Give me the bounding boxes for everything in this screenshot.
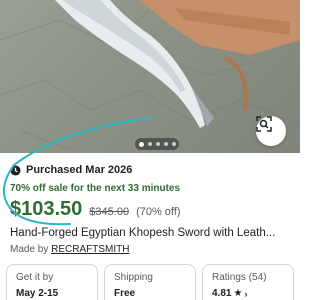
carousel-dot[interactable] bbox=[163, 142, 168, 146]
delivery-card[interactable]: Get it by May 2-15 bbox=[6, 264, 98, 300]
shop-link[interactable]: RECRAFTSMITH bbox=[51, 244, 129, 255]
purchased-text: Purchased Mar 2026 bbox=[26, 164, 133, 176]
delivery-value: May 2-15 bbox=[16, 288, 88, 299]
sale-banner: 70% off sale for the next 33 minutes bbox=[10, 183, 181, 194]
ratings-value: 4.81 ★ › bbox=[212, 288, 284, 299]
shipping-value: Free bbox=[114, 288, 186, 299]
clock-icon bbox=[10, 164, 21, 176]
carousel-dot[interactable] bbox=[171, 142, 176, 146]
carousel-dot[interactable] bbox=[138, 141, 144, 147]
price-row: $103.50 $345.00 (70% off) bbox=[10, 198, 181, 224]
delivery-dates: May 2-15 bbox=[16, 288, 59, 299]
ratings-card[interactable]: Ratings (54) 4.81 ★ › bbox=[202, 264, 294, 300]
carousel-dots[interactable] bbox=[135, 138, 179, 150]
discount-percent: (70% off) bbox=[136, 206, 181, 218]
ratings-label: Ratings (54) bbox=[212, 272, 267, 283]
star-icon: ★ bbox=[233, 288, 243, 299]
sword-photo bbox=[0, 0, 300, 151]
delivery-label: Get it by bbox=[16, 272, 54, 283]
sale-price: $103.50 bbox=[10, 198, 83, 220]
shipping-label: Shipping bbox=[114, 272, 153, 283]
product-image[interactable] bbox=[0, 0, 300, 153]
rating-score: 4.81 bbox=[212, 288, 232, 299]
chevron-right-icon: › bbox=[244, 288, 248, 299]
maker-line: Made by RECRAFTSMITH bbox=[10, 244, 129, 255]
shipping-card[interactable]: Shipping Free bbox=[104, 264, 196, 300]
image-search-icon bbox=[256, 116, 272, 132]
original-price: $345.00 bbox=[89, 206, 130, 218]
maker-prefix: Made by bbox=[10, 244, 52, 255]
carousel-dot[interactable] bbox=[147, 142, 152, 146]
purchased-info: Purchased Mar 2026 bbox=[10, 163, 132, 177]
product-title[interactable]: Hand-Forged Egyptian Khopesh Sword with … bbox=[10, 227, 294, 239]
shipping-cost: Free bbox=[114, 288, 136, 299]
carousel-dot[interactable] bbox=[155, 142, 160, 146]
visual-search-button[interactable] bbox=[256, 116, 286, 146]
